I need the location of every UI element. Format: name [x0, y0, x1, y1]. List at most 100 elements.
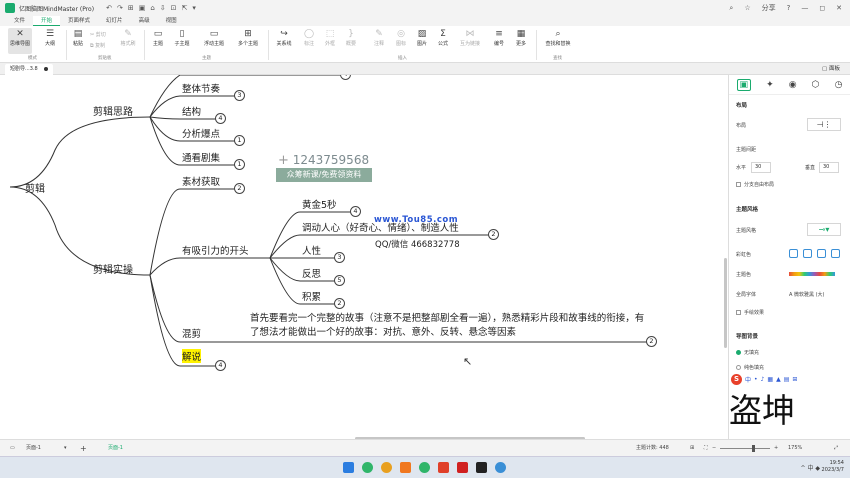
menu-home[interactable]: 开始	[33, 16, 61, 26]
mindmap-canvas[interactable]: 剪辑 剪辑思路 剪辑实操 4 整体节奏 3 结构 4 分析爆点 1 通看剧集 1…	[0, 75, 728, 439]
open-icon[interactable]: ▣	[139, 4, 146, 12]
page-tab-1[interactable]: 页面-1	[108, 440, 123, 457]
expand-icon[interactable]: ⤢	[834, 440, 838, 457]
free-layout-checkbox[interactable]: 分支自由布局	[736, 181, 774, 188]
tab-format[interactable]: ▣	[736, 78, 752, 91]
rainbow-option-1[interactable]	[789, 249, 798, 258]
formula-button[interactable]: Σ 公式	[431, 28, 455, 54]
fullscreen-icon[interactable]: ⛶	[704, 440, 708, 457]
topic-button[interactable]: ▭ 主题	[146, 28, 170, 54]
rainbow-option-4[interactable]	[831, 249, 840, 258]
ime-voice-icon[interactable]: ♪	[761, 376, 765, 383]
menu-slides[interactable]: 幻灯片	[98, 16, 131, 26]
minimize-icon[interactable]: —	[801, 4, 808, 12]
app-orange-icon[interactable]	[400, 462, 411, 473]
topic-narration[interactable]: 解说	[182, 349, 202, 363]
page-dropdown-icon[interactable]: ▾	[64, 440, 67, 457]
system-tray[interactable]: ^ 中 ◆	[801, 463, 820, 472]
ime-dot-icon[interactable]: •	[754, 376, 758, 383]
topic-golden-5s[interactable]: 黄金5秒	[302, 197, 337, 211]
zoom-level[interactable]: 175%	[788, 440, 802, 457]
bg-none-radio[interactable]: 无填充	[736, 349, 759, 356]
topic-overall-rhythm[interactable]: 整体节奏	[182, 81, 220, 95]
topic-accumulation[interactable]: 积累	[302, 289, 321, 303]
export-icon[interactable]: ⇱	[182, 4, 188, 12]
star-icon[interactable]: ☆	[744, 4, 750, 12]
zoom-out-icon[interactable]: −	[712, 440, 716, 457]
branch-editing-practice[interactable]: 剪辑实操	[93, 261, 133, 276]
undo-icon[interactable]: ↶	[106, 4, 112, 12]
ime-grid-icon[interactable]: ⊞	[792, 376, 797, 383]
numbering-button[interactable]: ≡ 编号	[487, 28, 511, 54]
branch-editing-thoughts[interactable]: 剪辑思路	[93, 103, 133, 118]
tab-style[interactable]: ✦	[766, 80, 774, 90]
cut-button[interactable]: ✂ 剪切	[90, 31, 106, 38]
zoom-slider-handle[interactable]	[752, 445, 755, 452]
redo-icon[interactable]: ↷	[117, 4, 123, 12]
relation-button[interactable]: ↪ 关系线	[272, 28, 296, 54]
ime-skin-icon[interactable]: ▲	[776, 376, 781, 383]
layout-select[interactable]: ⊣⋮	[807, 118, 841, 131]
vertical-spacing-input[interactable]: 30	[819, 162, 839, 173]
global-font-select[interactable]: A 微软雅黑 (大)	[789, 291, 825, 298]
root-topic[interactable]: 剪辑	[25, 180, 45, 195]
menu-advanced[interactable]: 高级	[131, 16, 158, 26]
zoom-slider[interactable]	[720, 448, 770, 449]
chrome-icon[interactable]	[381, 462, 392, 473]
topic-reflection[interactable]: 反思	[302, 266, 321, 280]
panel-toggle-button[interactable]: ▢ 面板	[822, 63, 840, 75]
menu-page-style[interactable]: 页面样式	[60, 16, 98, 26]
topic-analyze-highlights[interactable]: 分析爆点	[182, 126, 220, 140]
ime-tools-icon[interactable]: ▤	[784, 376, 790, 383]
menu-view[interactable]: 视图	[158, 16, 185, 26]
more-chevron-icon[interactable]: ▾	[192, 4, 196, 12]
tab-history[interactable]: ◷	[835, 80, 843, 90]
page-list-icon[interactable]: ▭	[10, 440, 15, 457]
close-icon[interactable]: ✕	[836, 4, 842, 12]
hand-drawn-checkbox[interactable]: 手绘效果	[736, 309, 764, 316]
rainbow-option-3[interactable]	[817, 249, 826, 258]
maximize-icon[interactable]: ◻	[819, 4, 825, 12]
start-icon[interactable]	[343, 462, 354, 473]
bg-solid-radio[interactable]: 纯色填充	[736, 364, 764, 371]
app-red-icon[interactable]	[438, 462, 449, 473]
add-page-button[interactable]: +	[80, 440, 87, 457]
menu-file[interactable]: 文件	[6, 16, 33, 26]
capcut-icon[interactable]	[476, 462, 487, 473]
wps-icon[interactable]	[457, 462, 468, 473]
print-icon[interactable]: ⊡	[171, 4, 177, 12]
topic-structure[interactable]: 结构	[182, 104, 201, 118]
cross-link-button[interactable]: ⋈ 互为链接	[456, 28, 484, 54]
page-selector[interactable]: 页面-1	[26, 440, 41, 457]
summary-button[interactable]: } 概要	[339, 28, 363, 54]
theme-color-select[interactable]	[789, 272, 835, 276]
share-button[interactable]: 分享	[762, 3, 776, 13]
app-blue-icon[interactable]	[495, 462, 506, 473]
find-replace-button[interactable]: ⌕ 查找和替换	[542, 28, 574, 54]
search-icon[interactable]: ⌕	[729, 4, 733, 13]
theme-style-select[interactable]: ⊸▾	[807, 223, 841, 236]
vertical-scrollbar[interactable]	[724, 258, 727, 348]
home-icon[interactable]: ⌂	[150, 4, 154, 12]
horizontal-spacing-input[interactable]: 30	[751, 162, 771, 173]
document-tab[interactable]: 短剧导...3.8	[5, 64, 53, 75]
topic-mix-cut[interactable]: 混剪	[182, 326, 201, 340]
clock[interactable]: 19:54 2023/3/7	[822, 460, 844, 474]
floating-topic-button[interactable]: ▭ 浮动主题	[200, 28, 228, 54]
new-icon[interactable]: ⊞	[128, 4, 134, 12]
wechat-icon[interactable]	[419, 462, 430, 473]
format-painter-button[interactable]: ✎ 格式刷	[116, 28, 140, 54]
topic-attractive-opening[interactable]: 有吸引力的开头	[182, 243, 249, 257]
topic-human-nature[interactable]: 人性	[302, 243, 321, 257]
comment-button[interactable]: ✎ 注释	[367, 28, 391, 54]
help-icon[interactable]: ?	[787, 4, 791, 12]
more-button[interactable]: ▦ 更多	[509, 28, 533, 54]
save-icon[interactable]: ⇩	[160, 4, 166, 12]
tab-clipart[interactable]: ⬡	[812, 80, 820, 90]
browser-360-icon[interactable]	[362, 462, 373, 473]
paste-button[interactable]: ▤ 粘贴	[66, 28, 90, 54]
copy-button[interactable]: ⧉ 复制	[90, 42, 105, 49]
mix-cut-note[interactable]: 首先要看完一个完整的故事（注意不是把整部剧全看一遍），熟悉精彩片段和故事线的衔接…	[250, 312, 645, 340]
ime-chinese-icon[interactable]: 中	[745, 375, 751, 384]
topic-material[interactable]: 素材获取	[182, 174, 220, 188]
